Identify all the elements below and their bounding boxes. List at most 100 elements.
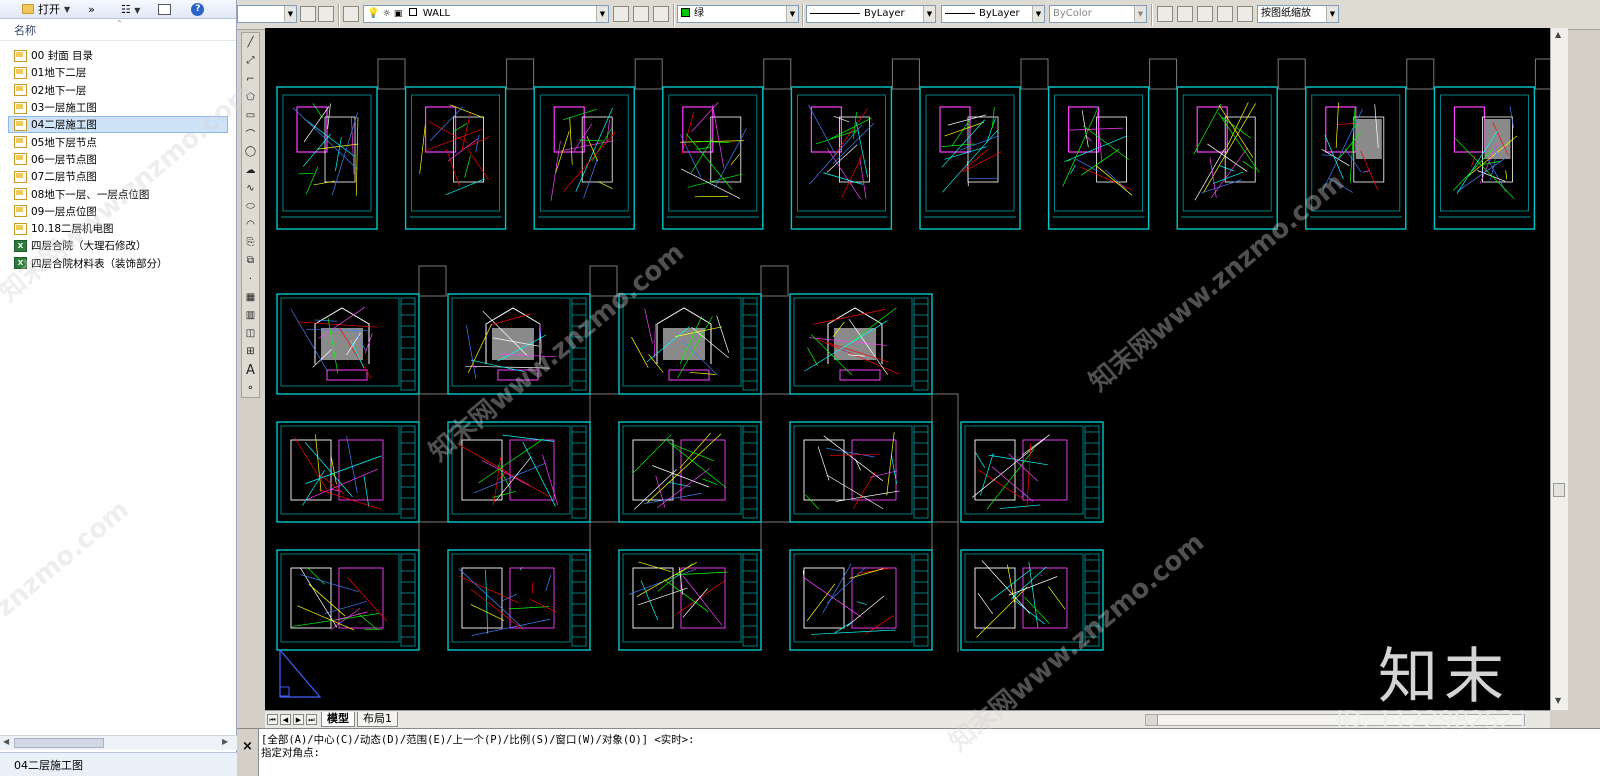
file-list-item[interactable]: X 四层合院（大理石修改） — [0, 237, 236, 254]
canvas-vertical-scrollbar[interactable]: ▲ ▼ — [1550, 28, 1568, 710]
open-button[interactable]: 打开 ▼ — [18, 1, 74, 18]
dwg-file-icon — [14, 118, 27, 131]
file-name-label: 08地下一层、一层点位图 — [31, 188, 150, 201]
layer-manager-icon[interactable] — [318, 6, 334, 22]
model-space-drawing — [276, 58, 1550, 698]
color-combo[interactable]: 绿 ▼ — [677, 5, 799, 23]
polyline-tool-icon[interactable]: ⌐ — [242, 71, 259, 88]
insert-block-icon[interactable]: ⎘ — [242, 234, 259, 251]
multiline-text-icon[interactable]: A — [242, 362, 259, 379]
clip-viewport-icon[interactable] — [1237, 6, 1253, 22]
ellipse-arc-icon[interactable]: ◠ — [242, 216, 259, 233]
workspace-combo[interactable]: ▼ — [237, 5, 297, 23]
explorer-horizontal-scrollbar[interactable]: ◀ ▶ — [0, 735, 237, 750]
scroll-thumb[interactable] — [14, 738, 104, 748]
file-list-item[interactable]: 06一层节点图 — [0, 151, 236, 168]
tab-layout1[interactable]: 布局1 — [357, 712, 398, 727]
linetype-combo[interactable]: ByLayer ▼ — [806, 5, 936, 23]
viewport-icon[interactable] — [1157, 6, 1173, 22]
explorer-status-bar: 04二层施工图 — [0, 752, 237, 776]
file-list-item[interactable]: 09一层点位图 — [0, 203, 236, 220]
ellipse-tool-icon[interactable]: ⬭ — [242, 198, 259, 215]
chevron-down-icon: ▼ — [64, 4, 71, 14]
rectangle-tool-icon[interactable]: ▭ — [242, 107, 259, 124]
add-selected-icon[interactable]: ⚬ — [242, 380, 259, 397]
region-tool-icon[interactable]: ◫ — [242, 325, 259, 342]
drawing-sheet — [789, 421, 933, 523]
close-command-icon[interactable]: × — [237, 729, 259, 776]
file-list-item[interactable]: 08地下一层、一层点位图 — [0, 185, 236, 202]
arc-tool-icon[interactable]: ⌒ — [242, 125, 259, 142]
layer-combo[interactable]: 💡 ☼ ▣ WALL ▼ — [363, 5, 609, 23]
drawing-canvas[interactable] — [265, 28, 1550, 710]
view-options-icon[interactable]: ☷ ▼ — [121, 3, 141, 16]
file-list-item[interactable]: 00 封面 目录 — [0, 47, 236, 64]
table-tool-icon[interactable]: ⊞ — [242, 343, 259, 360]
single-viewport-icon[interactable] — [1177, 6, 1193, 22]
file-list-item[interactable]: 10.18二层机电图 — [0, 220, 236, 237]
chevron-down-icon: ▼ — [1326, 6, 1338, 22]
command-line[interactable]: × [全部(A)/中心(C)/动态(D)/范围(E)/上一个(P)/比例(S)/… — [237, 728, 1600, 776]
layer-properties-icon[interactable] — [343, 6, 359, 22]
open-button-label: 打开 — [38, 3, 60, 16]
next-tab-icon[interactable]: ▶ — [293, 714, 304, 725]
dwg-file-icon — [14, 66, 27, 79]
construction-line-icon[interactable]: ⤢ — [242, 52, 259, 69]
linetype-name: ByLayer — [864, 8, 905, 19]
prev-tab-icon[interactable]: ◀ — [280, 714, 291, 725]
dwg-file-icon — [14, 205, 27, 218]
lineweight-preview-icon — [945, 12, 975, 14]
drawing-sheet — [276, 549, 420, 651]
first-tab-icon[interactable]: ⏮ — [267, 714, 278, 725]
revision-cloud-icon[interactable]: ☁ — [242, 162, 259, 179]
layer-on-icon: 💡 — [367, 8, 380, 19]
layer-state-icon[interactable] — [653, 6, 669, 22]
scroll-up-icon[interactable]: ▲ — [1555, 30, 1561, 39]
file-list-item[interactable]: X 四层合院材料表（装饰部分） — [0, 255, 236, 272]
spline-tool-icon[interactable]: ∿ — [242, 180, 259, 197]
name-column-header[interactable]: ⌃ 名称 — [0, 19, 236, 41]
line-tool-icon[interactable]: ╱ — [242, 34, 259, 51]
file-list-item[interactable]: 02地下一层 — [0, 82, 236, 99]
viewport-scale-value: 按图纸缩放 — [1261, 8, 1311, 19]
draw-toolbar: ╱ ⤢ ⌐ ⬠ ▭ ⌒ ◯ ☁ ∿ ⬭ ◠ ⎘ ⧉ · ▦ ▥ ◫ ⊞ A ⚬ — [241, 32, 260, 398]
circle-tool-icon[interactable]: ◯ — [242, 143, 259, 160]
scroll-down-icon[interactable]: ▼ — [1555, 696, 1561, 705]
layer-previous-icon[interactable] — [633, 6, 649, 22]
command-history-line-2: 指定对角点: — [261, 747, 320, 759]
workspace-settings-icon[interactable] — [300, 6, 316, 22]
point-tool-icon[interactable]: · — [242, 271, 259, 288]
scroll-right-icon[interactable]: ▶ — [222, 737, 228, 746]
tab-model[interactable]: 模型 — [321, 712, 355, 727]
horizontal-scroll-thumb[interactable] — [1146, 715, 1158, 725]
plotstyle-combo[interactable]: ByColor ▼ — [1049, 5, 1147, 23]
scroll-left-icon[interactable]: ◀ — [3, 737, 9, 746]
polygon-viewport-icon[interactable] — [1197, 6, 1213, 22]
preview-pane-icon[interactable] — [158, 3, 172, 15]
brand-watermark: 知末 — [1378, 642, 1510, 712]
file-name-label: 四层合院（大理石修改） — [31, 240, 147, 253]
lineweight-combo[interactable]: ByLayer ▼ — [941, 5, 1045, 23]
file-list-item[interactable]: 01地下二层 — [0, 64, 236, 81]
ucs-icon — [279, 649, 322, 698]
convert-viewport-icon[interactable] — [1217, 6, 1233, 22]
file-name-label: 10.18二层机电图 — [31, 223, 114, 236]
help-icon[interactable]: ? — [191, 2, 205, 16]
dwg-file-icon — [14, 49, 27, 62]
file-list-item[interactable]: 04二层施工图 — [8, 116, 228, 134]
file-list-item[interactable]: 07二层节点图 — [0, 168, 236, 185]
gradient-tool-icon[interactable]: ▥ — [242, 307, 259, 324]
polygon-tool-icon[interactable]: ⬠ — [242, 89, 259, 106]
viewport-scale-combo[interactable]: 按图纸缩放 ▼ — [1257, 5, 1339, 23]
plotstyle-name: ByColor — [1053, 8, 1092, 19]
file-name-label: 00 封面 目录 — [31, 50, 94, 63]
hatch-tool-icon[interactable]: ▦ — [242, 289, 259, 306]
more-commands-button[interactable]: » — [88, 3, 95, 16]
last-tab-icon[interactable]: ⏭ — [306, 714, 317, 725]
make-block-icon[interactable]: ⧉ — [242, 252, 259, 269]
make-current-layer-icon[interactable] — [613, 6, 629, 22]
file-list-item[interactable]: 03一层施工图 — [0, 99, 236, 116]
vertical-scroll-thumb[interactable] — [1553, 483, 1565, 497]
file-list-item[interactable]: 05地下层节点 — [0, 133, 236, 150]
command-history-line-1: [全部(A)/中心(C)/动态(D)/范围(E)/上一个(P)/比例(S)/窗口… — [261, 734, 695, 746]
